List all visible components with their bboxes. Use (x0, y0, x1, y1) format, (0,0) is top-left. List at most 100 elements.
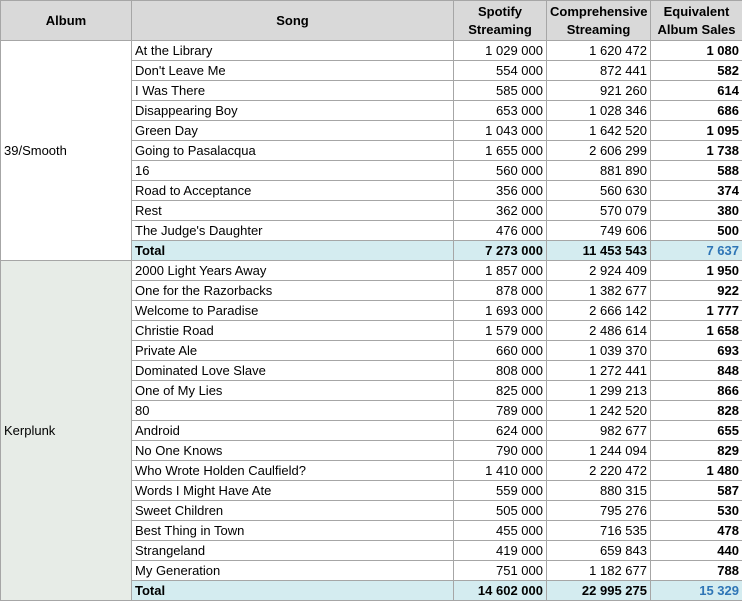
equivalent-album-sales-cell: 1 095 (650, 120, 742, 141)
comprehensive-streaming-cell: 2 924 409 (546, 260, 651, 281)
spotify-streaming-cell: 1 410 000 (453, 460, 547, 481)
spotify-streaming-cell: 878 000 (453, 280, 547, 301)
total-spotify-cell: 7 273 000 (453, 240, 547, 261)
spotify-streaming-cell: 560 000 (453, 160, 547, 181)
header-album: Album (0, 0, 132, 41)
song-cell: Road to Acceptance (131, 180, 454, 201)
equivalent-album-sales-cell: 1 080 (650, 40, 742, 61)
spotify-streaming-cell: 1 693 000 (453, 300, 547, 321)
equivalent-album-sales-cell: 1 480 (650, 460, 742, 481)
song-cell: One for the Razorbacks (131, 280, 454, 301)
song-cell: Strangeland (131, 540, 454, 561)
comprehensive-streaming-cell: 570 079 (546, 200, 651, 221)
song-cell: Best Thing in Town (131, 520, 454, 541)
song-cell: The Judge's Daughter (131, 220, 454, 241)
spotify-streaming-cell: 585 000 (453, 80, 547, 101)
table-body: 39/Smooth At the Library 1 029 000 1 620 47… (0, 40, 742, 601)
equivalent-album-sales-cell: 582 (650, 60, 742, 81)
album-name-cell: 39/Smooth (0, 40, 132, 261)
spotify-streaming-cell: 362 000 (453, 200, 547, 221)
spotify-streaming-cell: 356 000 (453, 180, 547, 201)
comprehensive-streaming-cell: 880 315 (546, 480, 651, 501)
comprehensive-streaming-cell: 659 843 (546, 540, 651, 561)
equivalent-album-sales-cell: 1 658 (650, 320, 742, 341)
total-label-cell: Total (131, 580, 454, 601)
spotify-streaming-cell: 825 000 (453, 380, 547, 401)
song-cell: At the Library (131, 40, 454, 61)
song-cell: Who Wrote Holden Caulfield? (131, 460, 454, 481)
comprehensive-streaming-cell: 1 028 346 (546, 100, 651, 121)
comprehensive-streaming-cell: 716 535 (546, 520, 651, 541)
song-cell: Dominated Love Slave (131, 360, 454, 381)
equivalent-album-sales-cell: 686 (650, 100, 742, 121)
total-label-cell: Total (131, 240, 454, 261)
equivalent-album-sales-cell: 1 738 (650, 140, 742, 161)
comprehensive-streaming-cell: 560 630 (546, 180, 651, 201)
equivalent-album-sales-cell: 440 (650, 540, 742, 561)
total-spotify-cell: 14 602 000 (453, 580, 547, 601)
song-cell: I Was There (131, 80, 454, 101)
comprehensive-streaming-cell: 749 606 (546, 220, 651, 241)
table-header: Album Song Spotify Streaming Comprehensiv… (0, 0, 742, 41)
song-cell: Christie Road (131, 320, 454, 341)
song-cell: Words I Might Have Ate (131, 480, 454, 501)
comprehensive-streaming-cell: 1 642 520 (546, 120, 651, 141)
song-cell: Rest (131, 200, 454, 221)
equivalent-album-sales-cell: 587 (650, 480, 742, 501)
spotify-streaming-cell: 790 000 (453, 440, 547, 461)
song-cell: My Generation (131, 560, 454, 581)
header-equivalent-line2: Album Sales (657, 21, 736, 37)
song-cell: Android (131, 420, 454, 441)
song-cell: Don't Leave Me (131, 60, 454, 81)
total-comprehensive-cell: 11 453 543 (546, 240, 651, 261)
header-equivalent: Equivalent Album Sales (650, 0, 742, 41)
spotify-streaming-cell: 419 000 (453, 540, 547, 561)
song-cell: One of My Lies (131, 380, 454, 401)
header-song: Song (131, 0, 454, 41)
comprehensive-streaming-cell: 2 220 472 (546, 460, 651, 481)
equivalent-album-sales-cell: 922 (650, 280, 742, 301)
song-cell: Private Ale (131, 340, 454, 361)
comprehensive-streaming-cell: 2 606 299 (546, 140, 651, 161)
spotify-streaming-cell: 1 029 000 (453, 40, 547, 61)
comprehensive-streaming-cell: 1 299 213 (546, 380, 651, 401)
spotify-streaming-cell: 554 000 (453, 60, 547, 81)
comprehensive-streaming-cell: 872 441 (546, 60, 651, 81)
header-spotify-line2: Streaming (468, 21, 532, 37)
spotify-streaming-cell: 1 857 000 (453, 260, 547, 281)
spotify-streaming-cell: 751 000 (453, 560, 547, 581)
song-cell: 16 (131, 160, 454, 181)
table-row: Kerplunk 2000 Light Years Away 1 857 000 2 … (0, 260, 742, 601)
song-cell: Sweet Children (131, 500, 454, 521)
header-comprehensive-line2: Streaming (566, 21, 631, 37)
equivalent-album-sales-cell: 1 950 (650, 260, 742, 281)
equivalent-album-sales-cell: 829 (650, 440, 742, 461)
song-cell: Going to Pasalacqua (131, 140, 454, 161)
header-spotify: Spotify Streaming (453, 0, 547, 41)
equivalent-album-sales-cell: 866 (650, 380, 742, 401)
streaming-table: Album Song Spotify Streaming Comprehensiv… (0, 0, 742, 601)
equivalent-album-sales-cell: 500 (650, 220, 742, 241)
equivalent-album-sales-cell: 848 (650, 360, 742, 381)
spotify-streaming-cell: 808 000 (453, 360, 547, 381)
spotify-streaming-cell: 653 000 (453, 100, 547, 121)
equivalent-album-sales-cell: 1 777 (650, 300, 742, 321)
equivalent-album-sales-cell: 374 (650, 180, 742, 201)
comprehensive-streaming-cell: 2 486 614 (546, 320, 651, 341)
equivalent-album-sales-cell: 828 (650, 400, 742, 421)
song-cell: No One Knows (131, 440, 454, 461)
spotify-streaming-cell: 1 043 000 (453, 120, 547, 141)
comprehensive-streaming-cell: 1 039 370 (546, 340, 651, 361)
total-equivalent-cell: 7 637 (650, 240, 742, 261)
comprehensive-streaming-cell: 921 260 (546, 80, 651, 101)
header-spotify-line1: Spotify (477, 3, 523, 19)
equivalent-album-sales-cell: 530 (650, 500, 742, 521)
song-cell: Green Day (131, 120, 454, 141)
spotify-streaming-cell: 1 655 000 (453, 140, 547, 161)
equivalent-album-sales-cell: 478 (650, 520, 742, 541)
comprehensive-streaming-cell: 795 276 (546, 500, 651, 521)
song-cell: Welcome to Paradise (131, 300, 454, 321)
comprehensive-streaming-cell: 1 620 472 (546, 40, 651, 61)
spotify-streaming-cell: 505 000 (453, 500, 547, 521)
header-row: Album Song Spotify Streaming Comprehensiv… (0, 0, 742, 41)
